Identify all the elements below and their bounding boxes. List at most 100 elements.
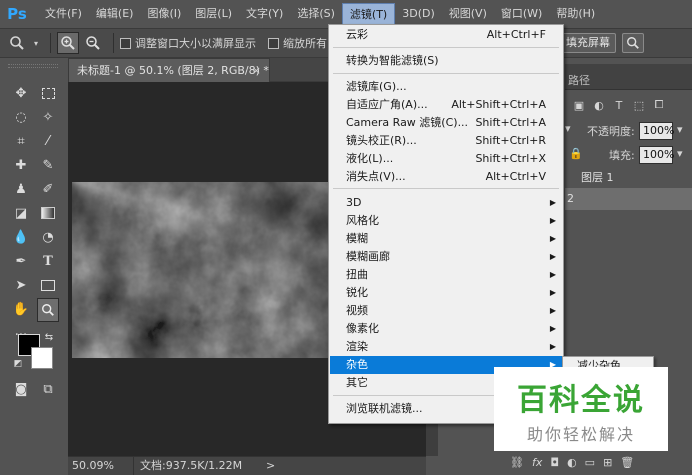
layer-row[interactable]: 图层 1 — [565, 168, 692, 188]
site-watermark: 百科全说 助你轻松解决 — [494, 367, 668, 451]
screen-mode-icon[interactable]: ⧉ — [37, 378, 59, 400]
quick-mask-icon[interactable]: ◙ — [10, 378, 32, 400]
filter-menu-item-clouds[interactable]: 云彩 Alt+Ctrl+F — [330, 26, 562, 44]
filter-menu-item-camera-raw[interactable]: Camera Raw 滤镜(C)... Shift+Ctrl+A — [330, 114, 562, 132]
history-brush-tool-icon[interactable]: ✐ — [37, 178, 59, 200]
close-icon[interactable]: × — [252, 59, 261, 82]
menu-image[interactable]: 图像(I) — [140, 3, 188, 25]
eraser-tool-icon[interactable]: ◪ — [10, 202, 32, 224]
divider — [50, 33, 51, 53]
filter-menu-item-liquify[interactable]: 液化(L)... Shift+Ctrl+X — [330, 150, 562, 168]
filter-menu-item-adaptive-wide-angle[interactable]: 自适应广角(A)... Alt+Shift+Ctrl+A — [330, 96, 562, 114]
tab-paths[interactable]: 路径 — [568, 72, 590, 88]
adjustment-layer-icon[interactable]: ◐ — [567, 456, 577, 469]
lock-icon[interactable]: 🔒 — [569, 147, 583, 160]
zoom-out-icon[interactable] — [82, 32, 104, 54]
filter-menu-item-sharpen[interactable]: 锐化 ▶ — [330, 284, 562, 302]
fill-screen-button[interactable]: 填充屏幕 — [560, 33, 616, 53]
layer-row-selected[interactable]: 2 — [565, 188, 692, 210]
zoom-all-checkbox[interactable] — [268, 37, 279, 49]
healing-brush-tool-icon[interactable]: ✚ — [10, 154, 32, 176]
marquee-tool-icon[interactable] — [37, 82, 59, 104]
layer-1-name: 图层 1 — [581, 171, 614, 184]
menu-help[interactable]: 帮助(H) — [549, 3, 602, 25]
menu-view[interactable]: 视图(V) — [442, 3, 494, 25]
magic-wand-tool-icon[interactable]: ✧ — [37, 106, 59, 128]
opacity-label: 不透明度: — [587, 125, 635, 138]
layers-panel-footer: ⛓ fx ◘ ◐ ▭ ⊞ 🗑 — [500, 450, 692, 475]
path-selection-tool-icon[interactable]: ➤ — [10, 274, 32, 296]
filter-menu-item-distort[interactable]: 扭曲 ▶ — [330, 266, 562, 284]
filter-menu-item-pixelate[interactable]: 像素化 ▶ — [330, 320, 562, 338]
panel-grip[interactable] — [8, 64, 58, 68]
layer-style-icon[interactable]: fx — [532, 456, 542, 469]
menu-window[interactable]: 窗口(W) — [494, 3, 549, 25]
pen-tool-icon[interactable]: ✒ — [10, 250, 32, 272]
layer-2-name: 2 — [567, 192, 574, 205]
zoom-level-field[interactable]: 50.09% — [68, 457, 134, 475]
type-tool-icon[interactable]: T — [37, 250, 59, 272]
search-button[interactable] — [622, 33, 644, 53]
swap-colors-icon[interactable]: ⇆ — [42, 330, 56, 344]
chevron-down-icon[interactable]: ▾ — [677, 123, 683, 136]
clouds-render — [72, 182, 330, 358]
zoom-tool-icon[interactable] — [37, 298, 59, 322]
menu-type[interactable]: 文字(Y) — [239, 3, 290, 25]
divider — [113, 33, 114, 53]
filter-menu-item-render[interactable]: 渲染 ▶ — [330, 338, 562, 356]
chevron-down-icon[interactable]: ▾ — [677, 147, 683, 160]
menu-select[interactable]: 选择(S) — [290, 3, 342, 25]
opacity-input[interactable]: 100% — [639, 122, 674, 140]
menu-3d[interactable]: 3D(D) — [395, 3, 442, 25]
filter-menu-item-lens-correction[interactable]: 镜头校正(R)... Shift+Ctrl+R — [330, 132, 562, 150]
layer-filter-icons: ▣ ◐ T ⬚ ⧠ — [565, 92, 692, 118]
filter-menu: 云彩 Alt+Ctrl+F 转换为智能滤镜(S) 滤镜库(G)... 自适应广角(… — [328, 24, 564, 424]
status-menu-arrow[interactable]: > — [266, 457, 275, 474]
add-mask-icon[interactable]: ◘ — [550, 456, 559, 469]
chevron-down-icon[interactable]: ▾ — [31, 32, 41, 54]
menu-filter[interactable]: 滤镜(T) — [341, 3, 396, 25]
filter-menu-item-stylize[interactable]: 风格化 ▶ — [330, 212, 562, 230]
filter-menu-item-smart-filter[interactable]: 转换为智能滤镜(S) — [330, 52, 562, 70]
filter-menu-item-blur-gallery[interactable]: 模糊画廊 ▶ — [330, 248, 562, 266]
filter-menu-item-blur[interactable]: 模糊 ▶ — [330, 230, 562, 248]
rectangle-tool-icon[interactable] — [37, 274, 59, 296]
filter-menu-item-gallery[interactable]: 滤镜库(G)... — [330, 78, 562, 96]
new-layer-icon[interactable]: ⊞ — [603, 456, 612, 469]
fill-input[interactable]: 100% — [639, 146, 674, 164]
link-layers-icon[interactable]: ⛓ — [510, 456, 524, 469]
menu-file[interactable]: 文件(F) — [38, 3, 89, 25]
background-color-swatch[interactable] — [31, 347, 53, 369]
type-filter-icon[interactable]: T — [609, 99, 629, 112]
filter-menu-item-vanishing-point[interactable]: 消失点(V)... Alt+Ctrl+V — [330, 168, 562, 186]
document-canvas[interactable] — [72, 182, 330, 358]
filter-menu-item-video[interactable]: 视频 ▶ — [330, 302, 562, 320]
resize-windows-checkbox[interactable] — [120, 37, 131, 49]
shape-filter-icon[interactable]: ⬚ — [629, 99, 649, 112]
hand-tool-icon[interactable]: ✋ — [10, 298, 32, 320]
resize-windows-label: 调整窗口大小以满屏显示 — [135, 37, 256, 50]
adjustment-filter-icon[interactable]: ◐ — [589, 99, 609, 112]
brush-tool-icon[interactable]: ✎ — [37, 154, 59, 176]
blend-mode-dropdown[interactable]: ▾ — [565, 122, 571, 135]
new-group-icon[interactable]: ▭ — [585, 456, 595, 469]
clone-stamp-tool-icon[interactable]: ♟ — [10, 178, 32, 200]
blur-tool-icon[interactable]: 💧 — [10, 226, 32, 248]
menu-edit[interactable]: 编辑(E) — [89, 3, 141, 25]
filter-menu-item-3d[interactable]: 3D ▶ — [330, 194, 562, 212]
lasso-tool-icon[interactable]: ◌ — [10, 106, 32, 128]
zoom-tool-preset-icon[interactable] — [6, 32, 28, 54]
crop-tool-icon[interactable]: ⌗ — [10, 130, 32, 152]
default-colors-icon[interactable]: ◩ — [12, 358, 24, 370]
gradient-tool-icon[interactable] — [37, 202, 59, 224]
image-filter-icon[interactable]: ▣ — [569, 99, 589, 112]
eyedropper-tool-icon[interactable]: ⁄ — [37, 130, 59, 152]
menu-layer[interactable]: 图层(L) — [188, 3, 239, 25]
zoom-in-icon[interactable] — [57, 32, 79, 54]
dodge-tool-icon[interactable]: ◔ — [37, 226, 59, 248]
document-tab[interactable]: 未标题-1 @ 50.1% (图层 2, RGB/8) * × — [68, 58, 270, 82]
move-tool-icon[interactable]: ✥ — [10, 82, 32, 104]
smart-object-filter-icon[interactable]: ⧠ — [649, 98, 669, 112]
delete-layer-icon[interactable]: 🗑 — [620, 456, 634, 469]
tools-panel: ✥ ◌ ✧ ⌗ ⁄ ✚ ✎ ♟ ✐ ◪ 💧 ◔ ✒ T ➤ ✋ ··· ⇆ ◩ … — [0, 62, 66, 475]
